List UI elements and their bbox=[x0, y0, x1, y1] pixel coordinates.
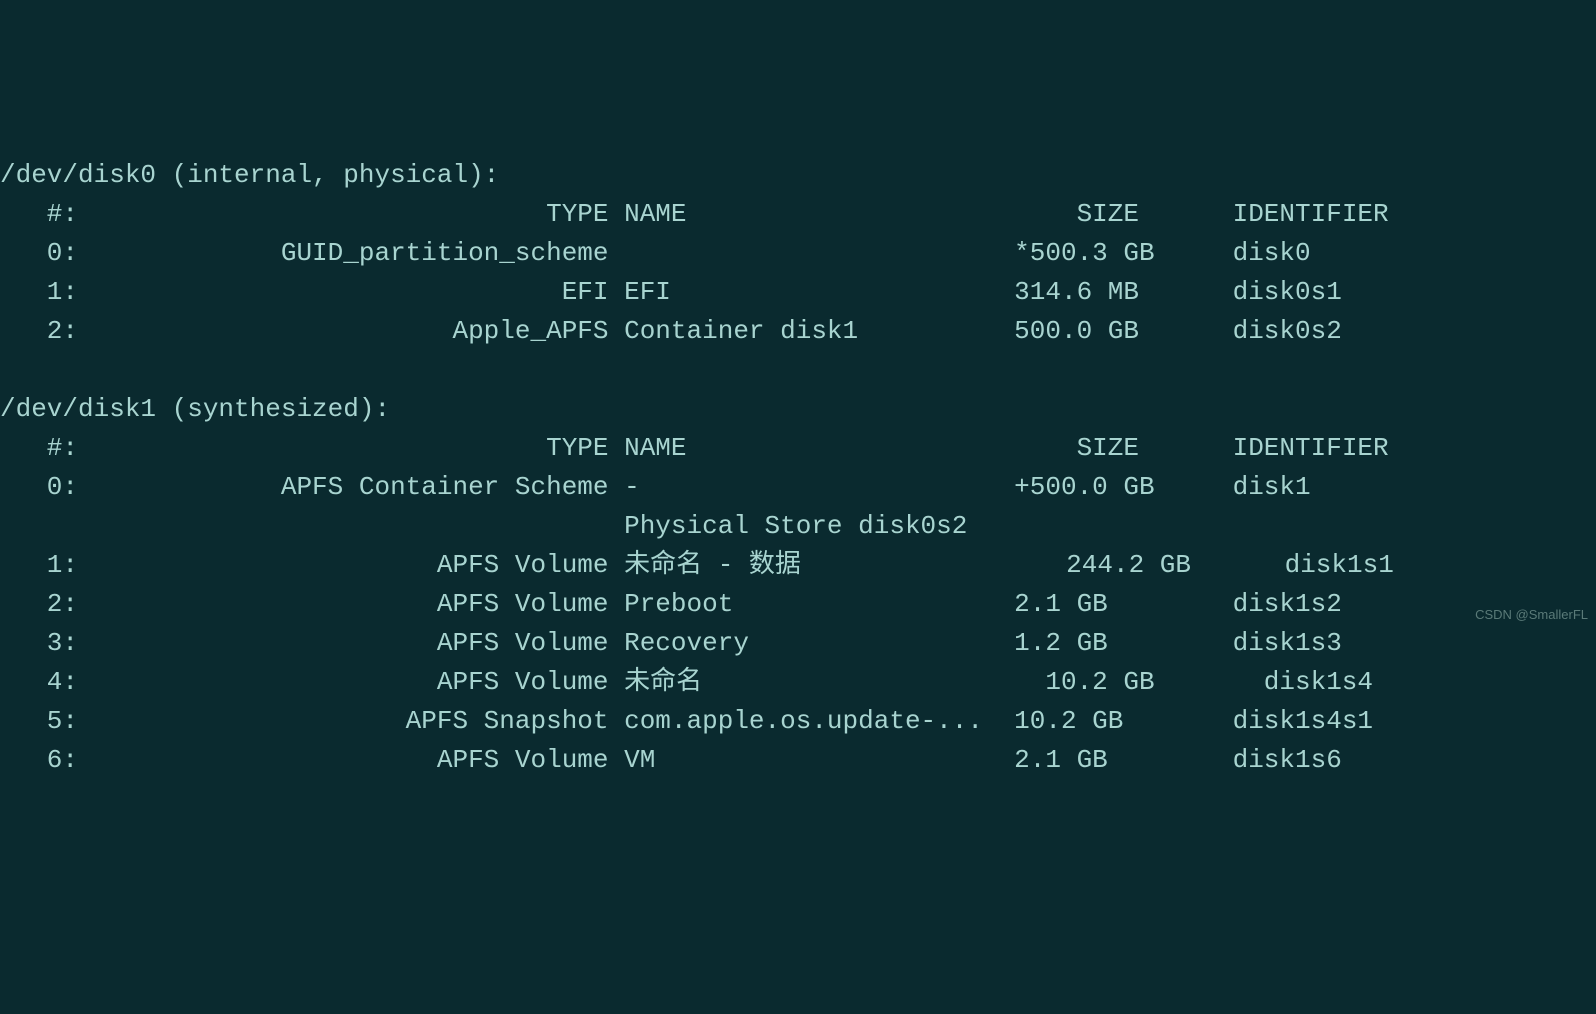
terminal-output: /dev/disk0 (internal, physical): #: TYPE… bbox=[0, 156, 1596, 780]
watermark: CSDN @SmallerFL bbox=[1475, 605, 1588, 625]
